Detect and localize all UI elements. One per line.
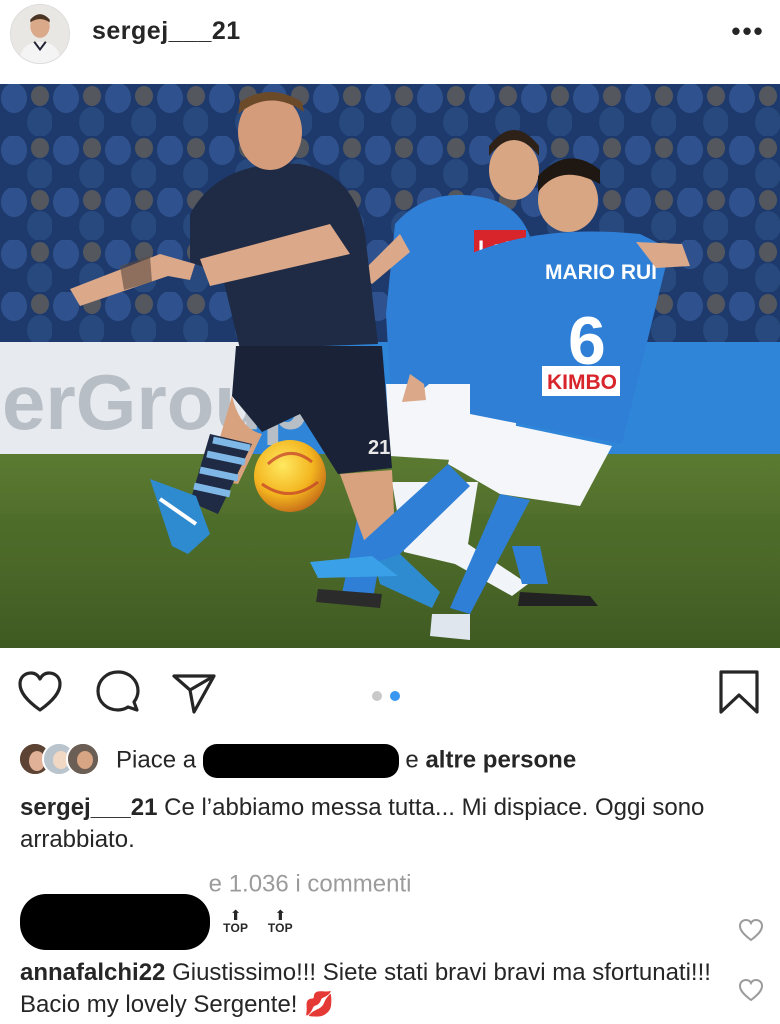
jersey-name: MARIO RUI <box>545 261 657 284</box>
carousel-indicator <box>372 688 408 702</box>
share-icon[interactable] <box>170 668 218 716</box>
bookmark-icon[interactable] <box>716 668 762 716</box>
top-badge: ⬆ TOP <box>223 907 249 935</box>
football <box>254 440 326 512</box>
post-username[interactable]: sergej___21 <box>92 17 241 46</box>
kiss-emoji: 💋 <box>304 991 335 1018</box>
heart-icon[interactable] <box>16 668 64 716</box>
post-photo[interactable]: erGroup Lete 21 <box>0 84 780 648</box>
profile-avatar[interactable] <box>10 4 70 64</box>
post-header: sergej___21 ••• <box>0 0 780 70</box>
post-caption: sergej___21 Ce l’abbiamo messa tutta... … <box>20 792 765 856</box>
comment-icon[interactable] <box>94 668 142 716</box>
top-badge: ⬆ TOP <box>267 907 293 935</box>
caption-username[interactable]: sergej___21 <box>20 794 157 821</box>
comment-like-icon[interactable] <box>738 918 764 942</box>
likes-text: Piace a e altre persone <box>116 744 576 778</box>
comment-like-icon[interactable] <box>738 978 764 1002</box>
liker-avatars[interactable] <box>18 742 108 778</box>
carousel-dot <box>372 691 382 701</box>
comment-row: ⬆ TOP ⬆ TOP <box>20 894 720 956</box>
action-bar <box>0 660 780 730</box>
redacted-liker-name <box>202 744 399 778</box>
carousel-dot-active <box>390 691 400 701</box>
comment-username[interactable]: annafalchi22 <box>20 959 165 986</box>
likes-row: Piace a e altre persone <box>18 738 778 780</box>
comment-row: annafalchi22 Giustissimo!!! Siete stati … <box>20 957 720 1021</box>
more-options-icon[interactable]: ••• <box>728 16 768 46</box>
sponsor-back-text: KIMBO <box>547 371 617 394</box>
likes-others-link[interactable]: altre persone <box>425 746 576 773</box>
likes-prefix: Piace a <box>116 746 197 774</box>
likes-joiner: e <box>405 746 419 774</box>
liker-avatar <box>66 742 100 776</box>
shorts-number: 21 <box>368 437 390 459</box>
redacted-comment-username <box>20 894 210 950</box>
